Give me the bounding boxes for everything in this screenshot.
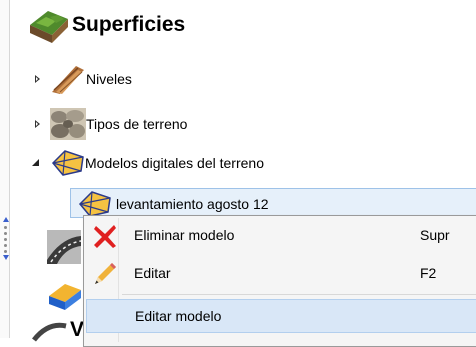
tree-item-hidden-solid[interactable] xyxy=(47,280,81,310)
tree-item-label: Modelos digitales del terreno xyxy=(85,155,264,171)
side-panel-strip xyxy=(0,0,10,338)
tree-item-hidden-curve[interactable]: V xyxy=(32,318,84,342)
solid-block-icon xyxy=(49,284,81,310)
tree-item-modelos-digitales[interactable]: Modelos digitales del terreno xyxy=(30,149,264,177)
delete-x-icon xyxy=(94,225,116,248)
tree-item-hidden-road[interactable] xyxy=(47,230,81,264)
road-icon xyxy=(47,230,81,264)
expand-arrow-icon[interactable] xyxy=(32,73,44,85)
tree-root-label: Superficies xyxy=(72,13,186,36)
grip-dot-icon xyxy=(4,226,7,229)
menu-item-label: Editar modelo xyxy=(135,308,222,324)
menu-separator xyxy=(122,294,476,295)
tree-item-label: Tipos de terreno xyxy=(86,116,188,132)
tree-item-niveles[interactable]: Niveles xyxy=(32,64,132,94)
grip-dot-icon xyxy=(4,238,7,241)
tree-item-levantamiento[interactable]: levantamiento agosto 12 xyxy=(78,190,269,218)
expand-arrow-icon[interactable] xyxy=(32,118,44,130)
menu-item-eliminar-modelo[interactable]: Eliminar modelo Supr xyxy=(86,218,476,252)
grip-dot-icon xyxy=(4,250,7,253)
grip-dot-icon xyxy=(4,232,7,235)
tree-item-tipos-de-terreno[interactable]: Tipos de terreno xyxy=(32,108,187,140)
collapse-arrow-icon[interactable] xyxy=(30,157,42,169)
curve-icon xyxy=(32,322,67,342)
tree-item-label: Niveles xyxy=(86,71,132,87)
tree-root-superficies[interactable]: Superficies xyxy=(28,5,185,45)
tin-model-icon xyxy=(51,150,84,176)
context-menu: Eliminar modelo Supr Editar F2 Editar mo… xyxy=(83,215,476,347)
tree-item-label: V xyxy=(70,318,85,341)
stones-terrain-icon xyxy=(50,108,86,140)
wood-levels-icon xyxy=(52,66,84,94)
menu-item-label: Eliminar modelo xyxy=(134,227,235,243)
tree-view: Superficies Niveles Tipos de terreno Mod… xyxy=(0,0,476,347)
menu-item-shortcut: Supr xyxy=(420,227,450,243)
arrow-down-icon xyxy=(3,255,9,260)
menu-item-shortcut: F2 xyxy=(420,265,437,281)
tin-model-icon xyxy=(78,191,111,217)
terrain-surface-icon xyxy=(30,11,68,43)
grip-dot-icon xyxy=(4,244,7,247)
menu-item-editar-modelo[interactable]: Editar modelo xyxy=(86,299,476,333)
menu-item-editar[interactable]: Editar F2 xyxy=(86,256,476,290)
tree-item-label: levantamiento agosto 12 xyxy=(116,196,269,212)
menu-item-label: Editar xyxy=(134,265,171,281)
arrow-up-icon xyxy=(3,217,9,222)
splitter-handle[interactable] xyxy=(3,217,9,261)
pencil-icon xyxy=(95,263,116,284)
